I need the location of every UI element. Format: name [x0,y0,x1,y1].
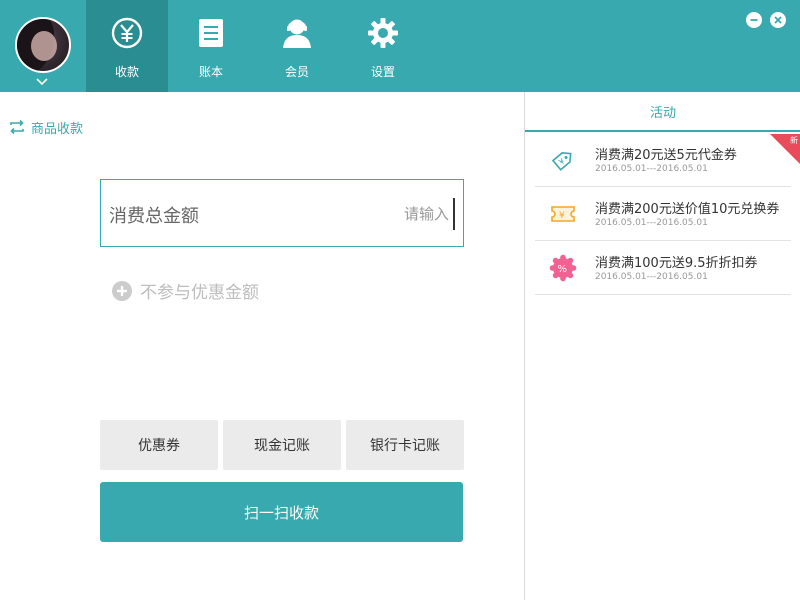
payment-method-buttons: 优惠券 现金记账 银行卡记账 [100,420,464,470]
nav-label: 收款 [114,65,139,79]
promo-title: 消费满200元送价值10元兑换券 [595,202,780,217]
bank-card-record-button[interactable]: 银行卡记账 [346,420,464,470]
promo-date: 2016.05.01---2016.05.01 [595,272,708,282]
promo-title: 消费满100元送9.5折折扣券 [595,256,758,271]
switch-icon [10,119,24,135]
nav-item-settings[interactable]: 设置 [342,0,424,92]
top-bar: 收款 账本 会员 设置 [0,0,800,92]
new-badge: 新 [770,134,800,164]
member-icon [283,19,311,48]
coupon-button[interactable]: 优惠券 [100,420,218,470]
activity-panel: 活动 ¥ 消费满20元送5元代金券 2016.05.01---2016.05.0… [524,92,800,600]
ticket-icon: ¥ [551,206,575,222]
minimize-icon [750,19,758,21]
promo-item[interactable]: % 消费满100元送9.5折折扣券 2016.05.01---2016.05.0… [535,241,791,295]
nav-item-member[interactable]: 会员 [256,0,338,92]
checkout-panel: 商品收款 消费总金额 不参与优惠金额 优惠券 现金记账 银行卡记账 扫一扫收款 [0,92,524,600]
close-button[interactable] [770,12,786,28]
nav-item-ledger[interactable]: 账本 [170,0,252,92]
nav-label: 会员 [284,65,309,79]
promo-title: 消费满20元送5元代金券 [595,148,737,163]
promo-date: 2016.05.01---2016.05.01 [595,164,708,174]
tag-icon: ¥ [551,152,572,171]
amount-field[interactable]: 消费总金额 [100,179,464,247]
close-icon [774,16,782,24]
avatar[interactable] [15,17,71,73]
yuan-icon [111,17,143,49]
minimize-button[interactable] [746,12,762,28]
nav-label: 设置 [370,65,395,79]
svg-text:¥: ¥ [559,211,565,221]
percent-badge-icon: % [549,254,577,282]
new-badge-label: 新 [790,136,798,145]
promo-item[interactable]: ¥ 消费满200元送价值10元兑换券 2016.05.01---2016.05.… [535,187,791,241]
nav-item-collect[interactable]: 收款 [86,0,168,92]
plus-circle-icon [112,280,132,301]
discount-exempt-label: 不参与优惠金额 [140,283,259,303]
nav-label: 账本 [198,65,223,79]
promo-item[interactable]: ¥ 消费满20元送5元代金券 2016.05.01---2016.05.01 [535,133,791,187]
gear-icon [368,18,398,48]
chevron-down-icon[interactable] [36,77,48,87]
svg-text:%: % [558,264,568,275]
user-menu[interactable] [0,0,86,92]
breadcrumb-label: 商品收款 [31,121,84,137]
amount-input[interactable] [335,198,455,230]
activity-header: 活动 [525,92,800,132]
ledger-icon [199,19,223,47]
add-discount-exempt-button[interactable]: 不参与优惠金额 [112,278,259,303]
breadcrumb[interactable]: 商品收款 [8,118,84,137]
amount-label: 消费总金额 [109,206,199,227]
cash-record-button[interactable]: 现金记账 [223,420,341,470]
promo-date: 2016.05.01---2016.05.01 [595,218,708,228]
scan-collect-button[interactable]: 扫一扫收款 [100,482,463,542]
